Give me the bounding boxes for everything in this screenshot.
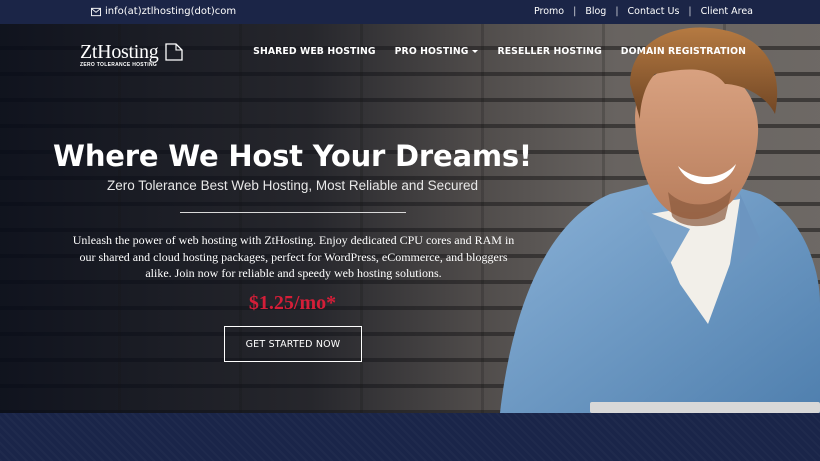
hero-description: Unleash the power of web hosting with Zt… <box>72 233 515 280</box>
divider: | <box>573 6 577 17</box>
logo-tagline: ZERO TOLERANCE HOSTING <box>80 62 158 68</box>
site-logo[interactable]: ZtHosting ZERO TOLERANCE HOSTING <box>80 41 183 68</box>
get-started-button[interactable]: GET STARTED NOW <box>224 326 362 362</box>
top-bar: info(at)ztlhosting(dot)com Promo | Blog … <box>0 0 820 24</box>
nav-reseller-hosting[interactable]: RESELLER HOSTING <box>497 46 601 57</box>
contact-email[interactable]: info(at)ztlhosting(dot)com <box>91 6 236 17</box>
nav-label: SHARED WEB HOSTING <box>253 46 376 57</box>
hero-price: $1.25/mo* <box>248 292 337 314</box>
caret-down-icon <box>472 50 479 53</box>
contact-us-link[interactable]: Contact Us <box>628 6 680 17</box>
blog-link[interactable]: Blog <box>585 6 606 17</box>
primary-nav: SHARED WEB HOSTING PRO HOSTING RESELLER … <box>253 46 746 57</box>
hero-photo-man-with-laptop <box>500 27 820 413</box>
main-navbar: ZtHosting ZERO TOLERANCE HOSTING SHARED … <box>0 24 820 80</box>
server-page-icon <box>165 43 183 61</box>
hero-banner: ZtHosting ZERO TOLERANCE HOSTING SHARED … <box>0 24 820 413</box>
logo-brand-text: ZtHosting <box>80 41 159 63</box>
hero-title: Where We Host Your Dreams! <box>53 139 532 173</box>
nav-label: RESELLER HOSTING <box>497 46 602 57</box>
promo-link[interactable]: Promo <box>534 6 564 17</box>
divider: | <box>615 6 619 17</box>
section-band <box>0 413 820 461</box>
hero-divider <box>180 212 406 213</box>
nav-label: DOMAIN REGISTRATION <box>620 46 746 57</box>
client-area-link[interactable]: Client Area <box>701 6 753 17</box>
nav-domain-registration[interactable]: DOMAIN REGISTRATION <box>621 46 746 57</box>
nav-label: PRO HOSTING <box>394 46 469 57</box>
nav-shared-web-hosting[interactable]: SHARED WEB HOSTING <box>253 46 375 57</box>
envelope-icon <box>91 7 101 16</box>
top-links: Promo | Blog | Contact Us | Client Area <box>534 6 753 17</box>
divider: | <box>688 6 692 17</box>
nav-pro-hosting[interactable]: PRO HOSTING <box>395 46 479 57</box>
email-text: info(at)ztlhosting(dot)com <box>105 6 237 17</box>
hero-subtitle: Zero Tolerance Best Web Hosting, Most Re… <box>107 178 478 193</box>
